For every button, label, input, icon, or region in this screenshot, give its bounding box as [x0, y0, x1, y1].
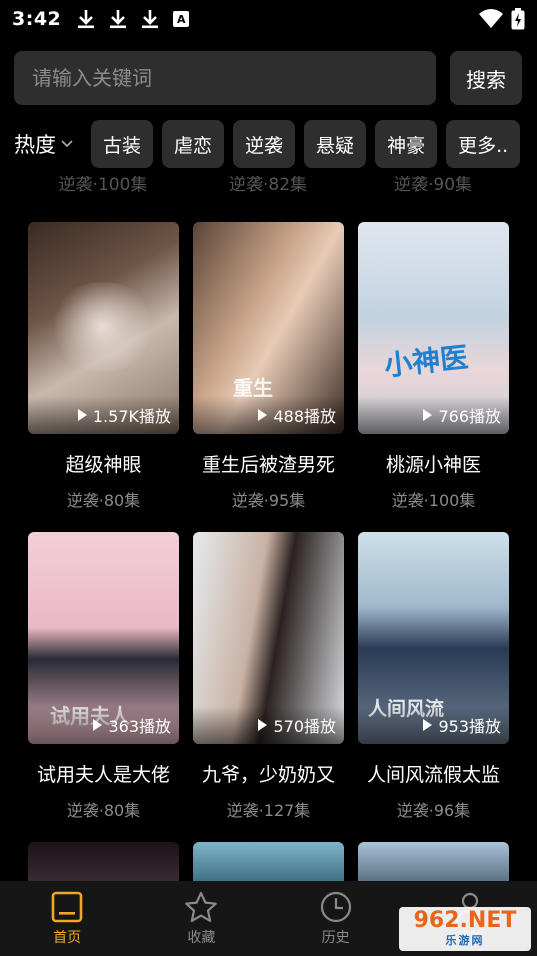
tag-guzhuang[interactable]: 古装 [91, 120, 154, 168]
category-tags: 古装 虐恋 逆袭 悬疑 神豪 更多.. [91, 120, 521, 168]
drama-card[interactable]: 重生 488播放 重生后被渣男死 逆袭·95集 [193, 222, 344, 511]
ghost-meta: 逆袭·82集 [228, 176, 308, 194]
ghost-meta: 逆袭·100集 [58, 176, 148, 194]
play-icon [423, 719, 433, 731]
chevron-down-icon [61, 140, 73, 148]
play-count: 953播放 [358, 706, 509, 744]
notification-icons: A [77, 9, 190, 29]
drama-card[interactable] [358, 842, 509, 882]
nav-label: 收藏 [187, 929, 216, 946]
drama-card[interactable]: 人间风流 953播放 人间风流假太监 逆袭·96集 [358, 532, 509, 821]
download-icon [78, 10, 95, 29]
drama-thumbnail[interactable]: 重生 488播放 [193, 222, 344, 434]
drama-meta: 逆袭·80集 [66, 801, 141, 820]
nav-favorites[interactable]: 收藏 [134, 881, 268, 956]
drama-thumbnail[interactable] [358, 842, 509, 882]
search-input[interactable] [14, 51, 436, 105]
nav-label: 首页 [53, 929, 82, 946]
play-icon [258, 719, 268, 731]
play-count: 1.57K播放 [28, 396, 179, 434]
system-icons [479, 8, 525, 30]
watermark-sub: 乐游网 [445, 934, 485, 947]
play-icon [93, 719, 103, 731]
status-time: 3:42 [12, 8, 62, 30]
drama-meta: 逆袭·127集 [226, 801, 311, 820]
filter-row: 热度 古装 虐恋 逆袭 悬疑 神豪 更多.. [0, 119, 537, 169]
tag-shenhao[interactable]: 神豪 [375, 120, 438, 168]
drama-thumbnail[interactable]: 1.57K播放 [28, 222, 179, 434]
play-count: 363播放 [28, 706, 179, 744]
nav-history[interactable]: 历史 [269, 881, 403, 956]
drama-meta: 逆袭·95集 [231, 491, 306, 510]
drama-title: 桃源小神医 [385, 454, 481, 476]
drama-thumbnail[interactable]: 小神医 766播放 [358, 222, 509, 434]
status-bar: 3:42 A [0, 0, 537, 38]
drama-meta: 逆袭·96集 [396, 801, 471, 820]
watermark-main: 962.NET [413, 908, 517, 933]
play-count-text: 1.57K播放 [92, 407, 171, 426]
tag-nixi[interactable]: 逆袭 [233, 120, 296, 168]
drama-title: 重生后被渣男死 [201, 454, 335, 476]
drama-thumbnail[interactable]: 人间风流 953播放 [358, 532, 509, 744]
play-count-text: 766播放 [438, 407, 501, 426]
drama-title: 试用夫人是大佬 [36, 764, 170, 786]
drama-card[interactable] [28, 842, 179, 882]
drama-card[interactable]: 570播放 九爷，少奶奶又 逆袭·127集 [193, 532, 344, 821]
site-watermark: 962.NET 乐游网 [399, 907, 531, 951]
drama-card[interactable]: 小神医 766播放 桃源小神医 逆袭·100集 [358, 222, 509, 511]
drama-title: 人间风流假太监 [366, 764, 500, 786]
play-count-text: 953播放 [438, 717, 501, 736]
play-count: 766播放 [358, 396, 509, 434]
home-icon [51, 891, 83, 922]
ghost-meta: 逆袭·90集 [393, 176, 473, 194]
scrolled-row-labels: 逆袭·100集 逆袭·82集 逆袭·90集 [0, 176, 537, 194]
play-count: 570播放 [193, 706, 344, 744]
drama-title: 超级神眼 [65, 454, 142, 476]
search-button[interactable]: 搜索 [450, 51, 522, 105]
download-icon [142, 10, 159, 29]
drama-thumbnail[interactable]: 试用夫人 363播放 [28, 532, 179, 744]
sort-label: 热度 [14, 133, 56, 157]
wifi-icon [479, 9, 503, 28]
play-count-text: 488播放 [273, 407, 336, 426]
drama-title: 九爷，少奶奶又 [201, 764, 335, 786]
battery-icon [511, 8, 525, 30]
drama-card[interactable]: 1.57K播放 超级神眼 逆袭·80集 [28, 222, 179, 511]
clock-icon [320, 891, 351, 922]
search-bar: 搜索 [14, 51, 522, 105]
play-count-text: 570播放 [273, 717, 336, 736]
drama-card[interactable] [193, 842, 344, 882]
nav-home[interactable]: 首页 [0, 881, 134, 956]
nav-label: 历史 [321, 929, 350, 946]
play-count: 488播放 [193, 396, 344, 434]
tag-nuelian[interactable]: 虐恋 [162, 120, 225, 168]
drama-meta: 逆袭·100集 [391, 491, 476, 510]
sort-dropdown[interactable]: 热度 [0, 120, 91, 168]
drama-card[interactable]: 试用夫人 363播放 试用夫人是大佬 逆袭·80集 [28, 532, 179, 821]
drama-thumbnail[interactable] [193, 842, 344, 882]
drama-meta: 逆袭·80集 [66, 491, 141, 510]
star-icon [185, 891, 218, 922]
play-count-text: 363播放 [108, 717, 171, 736]
play-icon [423, 409, 433, 421]
tag-xuanyi[interactable]: 悬疑 [304, 120, 367, 168]
play-icon [258, 409, 268, 421]
a-icon: A [173, 11, 190, 27]
download-icon [110, 10, 127, 29]
drama-thumbnail[interactable]: 570播放 [193, 532, 344, 744]
tag-more[interactable]: 更多.. [446, 120, 521, 168]
drama-thumbnail[interactable] [28, 842, 179, 882]
play-icon [77, 409, 87, 421]
